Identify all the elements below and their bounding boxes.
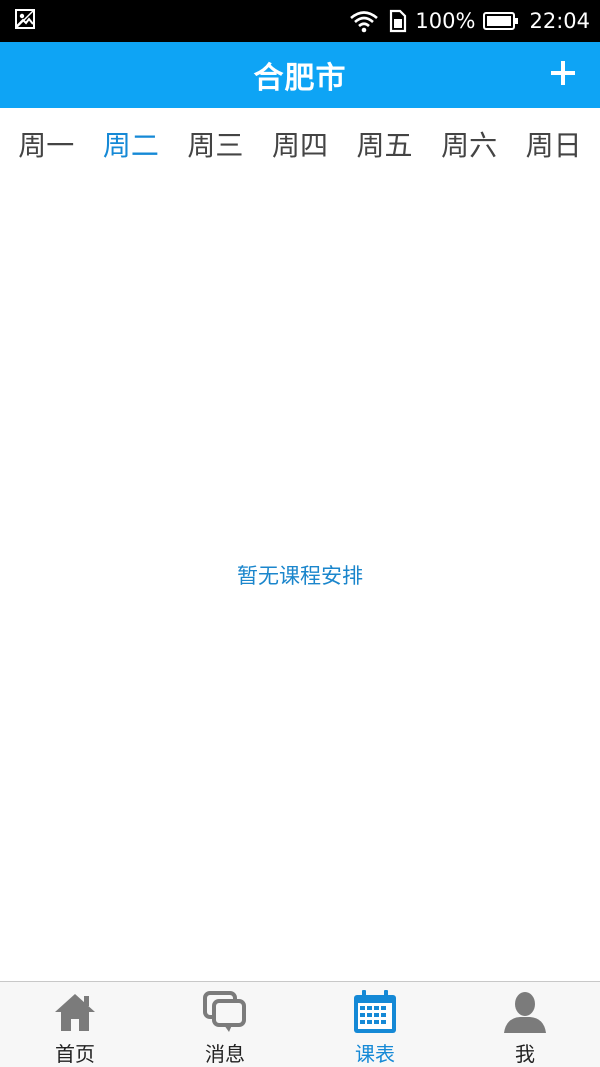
tab-tuesday[interactable]: 周二 [97, 118, 165, 170]
wifi-icon [349, 9, 379, 33]
message-icon [200, 988, 250, 1036]
nav-label-me: 我 [515, 1042, 535, 1066]
tab-friday[interactable]: 周五 [351, 118, 419, 170]
user-icon [500, 988, 550, 1036]
nav-item-schedule[interactable]: 课表 [300, 982, 450, 1067]
plus-icon [550, 60, 576, 90]
calendar-icon [350, 988, 400, 1036]
empty-schedule-message: 暂无课程安排 [237, 564, 363, 588]
nav-item-messages[interactable]: 消息 [150, 982, 300, 1067]
clock: 22:04 [529, 9, 590, 33]
add-button[interactable] [544, 56, 582, 94]
app-header: 合肥市 [0, 42, 600, 108]
status-bar: 100% 22:04 [0, 0, 600, 42]
nav-label-schedule: 课表 [355, 1042, 395, 1066]
page-title: 合肥市 [253, 61, 347, 96]
tab-thursday[interactable]: 周四 [266, 118, 334, 170]
sim-card-icon [387, 9, 407, 33]
tab-monday[interactable]: 周一 [12, 118, 80, 170]
home-icon [50, 988, 100, 1036]
bottom-nav: 首页 消息 课表 我 [0, 981, 600, 1067]
nav-item-home[interactable]: 首页 [0, 982, 150, 1067]
week-tabs: 周一 周二 周三 周四 周五 周六 周日 [0, 108, 600, 180]
tab-saturday[interactable]: 周六 [435, 118, 503, 170]
status-right: 100% 22:04 [349, 9, 590, 33]
nav-item-me[interactable]: 我 [450, 982, 600, 1067]
status-left [14, 8, 36, 34]
image-notification-icon [14, 8, 36, 34]
tab-wednesday[interactable]: 周三 [181, 118, 249, 170]
app-screen: 100% 22:04 合肥市 周一 周二 周三 周四 周五 周六 周日 暂无课程… [0, 0, 600, 1067]
tab-sunday[interactable]: 周日 [520, 118, 588, 170]
nav-label-messages: 消息 [205, 1042, 245, 1066]
battery-percent: 100% [415, 9, 476, 33]
battery-icon [483, 11, 519, 31]
nav-label-home: 首页 [55, 1042, 95, 1066]
